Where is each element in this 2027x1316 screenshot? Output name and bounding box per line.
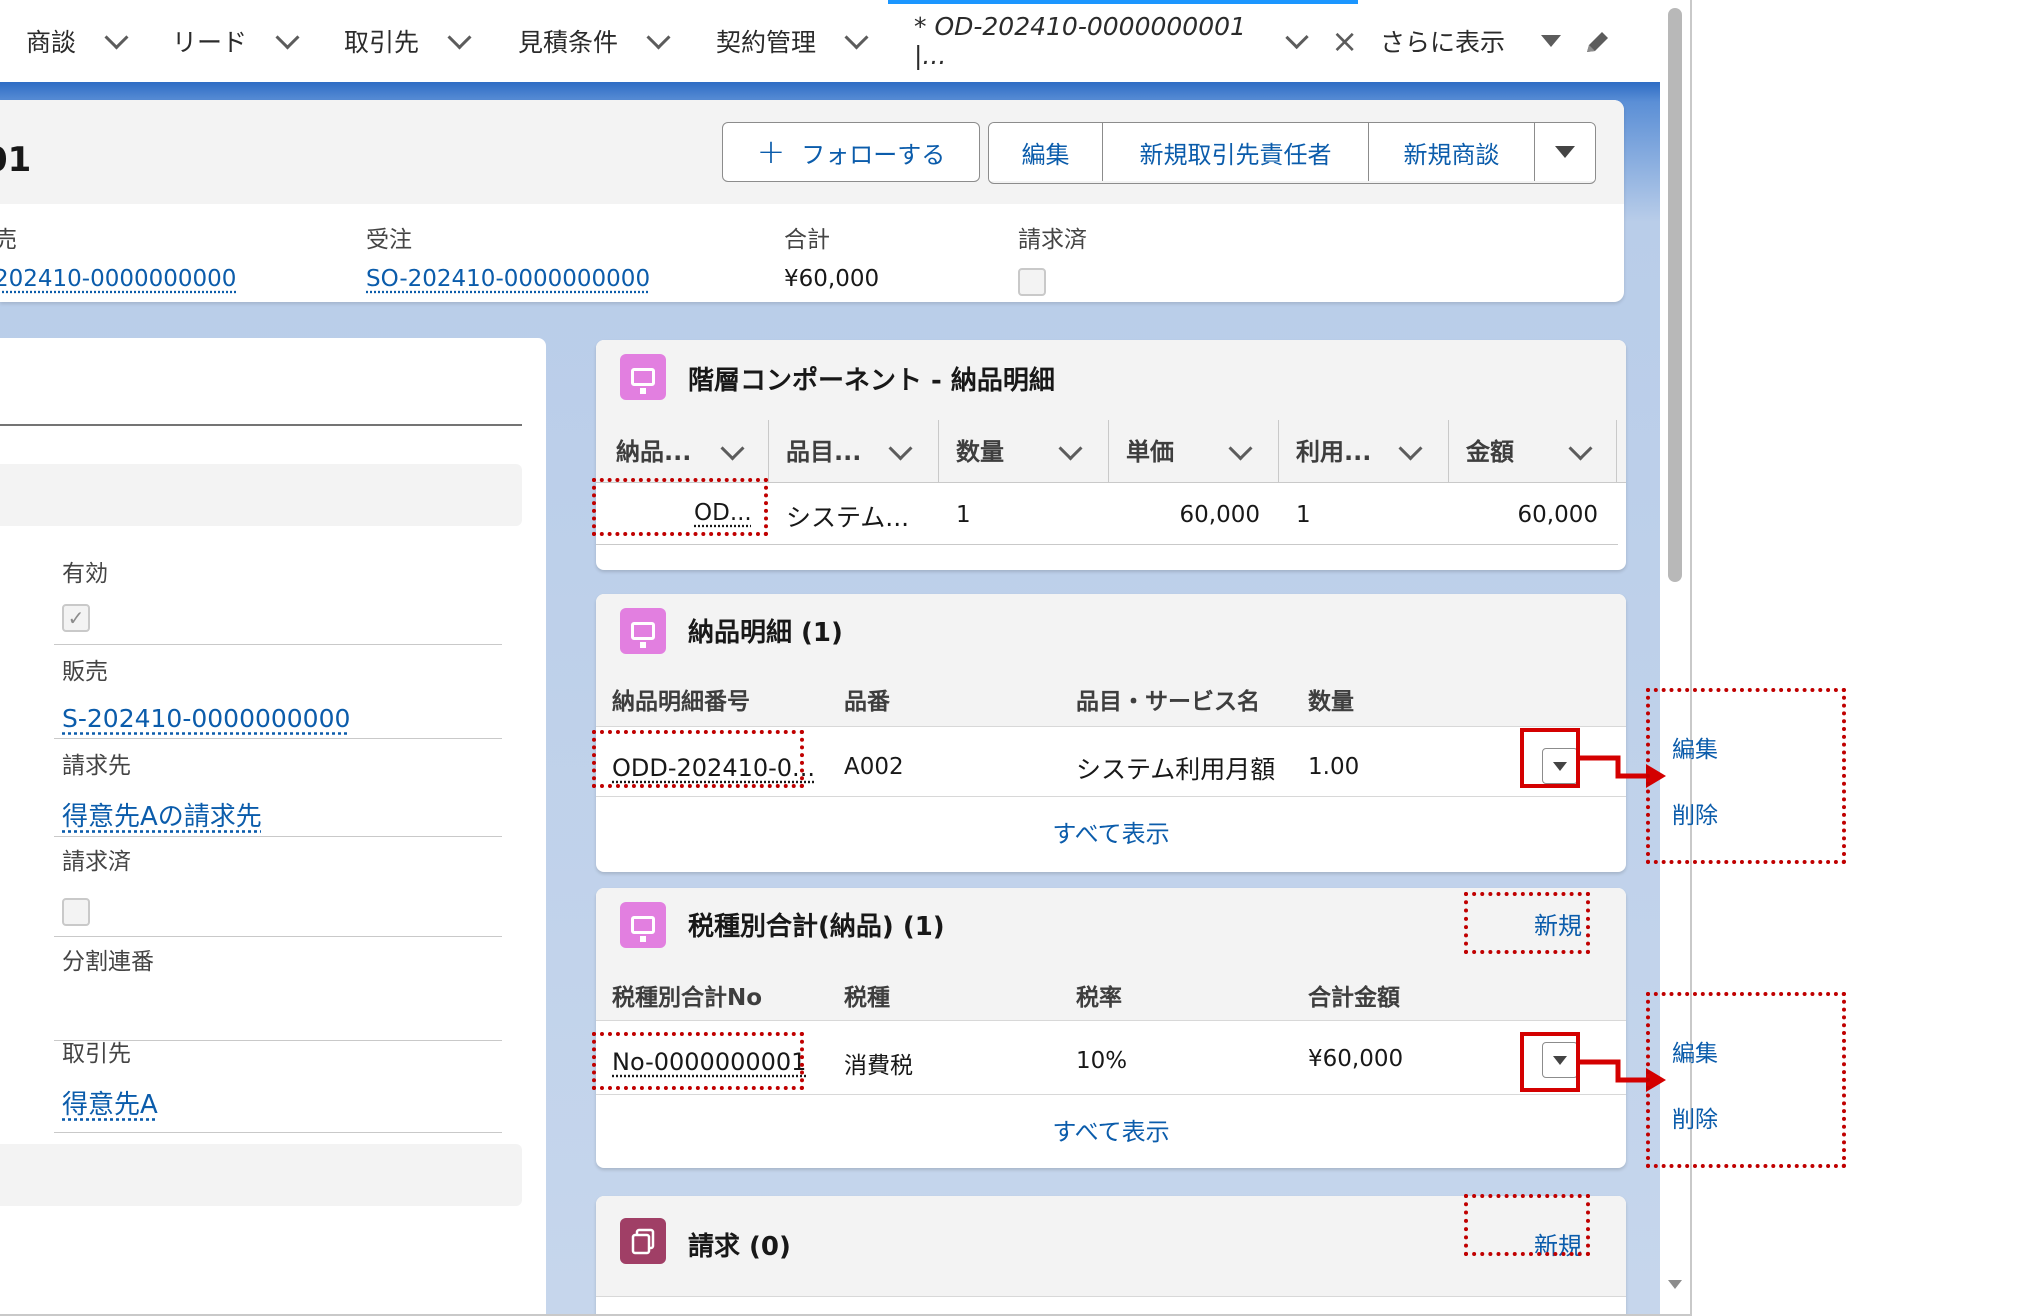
field-split-seq: 分割連番 — [54, 942, 502, 1041]
chevron-down-icon[interactable] — [275, 24, 300, 50]
record-icon — [620, 608, 666, 654]
caret-down-icon — [1555, 146, 1575, 158]
navigation-tab-bar: 商談 リード 取引先 見積条件 契約管理 * OD-202410-0000000… — [0, 0, 1660, 83]
column-header: 納品明細番号 — [612, 689, 750, 715]
tab-current-record[interactable]: * OD-202410-0000000001 |... × — [888, 0, 1358, 78]
active-checkbox: ✓ — [62, 604, 90, 632]
annotation-highlight — [1520, 1032, 1580, 1092]
column-header[interactable]: 数量 — [956, 432, 1004, 467]
menu-item-delete[interactable]: 削除 — [1672, 1100, 1718, 1134]
field-active: 有効 ✓ — [54, 554, 502, 645]
pencil-icon[interactable] — [1582, 28, 1612, 58]
annotation-highlight — [592, 730, 804, 788]
tab-opportunity[interactable]: 商談 — [26, 0, 129, 82]
record-title: 01 — [0, 140, 32, 180]
header-field-sales: 売 202410-0000000000 — [0, 227, 237, 292]
tab-lead[interactable]: リード — [172, 0, 300, 82]
menu-item-delete[interactable]: 削除 — [1672, 796, 1718, 830]
follow-button[interactable]: + フォローする — [722, 122, 980, 182]
column-header: 数量 — [1308, 689, 1354, 715]
column-header[interactable]: 単価 — [1126, 432, 1174, 467]
scroll-down-icon[interactable] — [1668, 1280, 1682, 1289]
tab-contract[interactable]: 契約管理 — [716, 0, 869, 82]
annotation-highlight — [592, 478, 768, 536]
tab-account[interactable]: 取引先 — [344, 0, 472, 82]
column-header: 品目・サービス名 — [1076, 689, 1260, 715]
view-all-link[interactable]: すべて表示 — [596, 814, 1626, 849]
app-window: 商談 リード 取引先 見積条件 契約管理 * OD-202410-0000000… — [0, 0, 1692, 1316]
annotation-highlight — [592, 1032, 804, 1090]
annotation-highlight — [1464, 892, 1590, 954]
column-header: 税種別合計No — [612, 985, 763, 1011]
field-billed: 請求済 — [54, 842, 502, 937]
column-header: 品番 — [844, 689, 890, 715]
tab-quote-terms[interactable]: 見積条件 — [518, 0, 671, 82]
row-action-menu — [1646, 688, 1846, 864]
caret-down-icon — [1541, 35, 1562, 47]
section-header[interactable] — [0, 1144, 522, 1206]
close-icon[interactable]: × — [1331, 22, 1358, 60]
annotation-highlight — [1520, 728, 1580, 788]
annotation-highlight — [1464, 1194, 1590, 1256]
header-field-billed: 請求済 — [1018, 220, 1087, 296]
action-button-group: 編集 新規取引先責任者 新規商談 — [988, 122, 1596, 184]
column-header[interactable]: 金額 — [1466, 432, 1514, 467]
billed-checkbox — [62, 898, 90, 926]
billed-checkbox — [1018, 268, 1046, 296]
view-all-link[interactable]: すべて表示 — [596, 1112, 1626, 1147]
section-header[interactable] — [0, 464, 522, 526]
record-icon — [620, 902, 666, 948]
column-header: 税率 — [1076, 985, 1122, 1011]
more-actions-button[interactable] — [1535, 123, 1595, 181]
field-bill-to: 請求先 得意先Aの請求先 — [54, 746, 502, 837]
column-header: 税種 — [844, 985, 890, 1011]
chevron-down-icon[interactable] — [844, 24, 869, 50]
check-icon: ✓ — [67, 606, 85, 630]
column-header[interactable]: 納品... — [616, 432, 691, 467]
record-icon — [620, 354, 666, 400]
new-opportunity-button[interactable]: 新規商談 — [1369, 123, 1535, 181]
field-account: 取引先 得意先A — [54, 1034, 502, 1133]
tab-more[interactable]: さらに表示 — [1380, 0, 1562, 82]
chevron-down-icon[interactable] — [104, 24, 129, 50]
header-field-order: 受注 SO-202410-0000000000 — [366, 227, 651, 292]
chevron-down-icon[interactable] — [447, 24, 472, 50]
edit-button[interactable]: 編集 — [989, 123, 1103, 181]
chevron-down-icon[interactable] — [1285, 25, 1309, 49]
chevron-down-icon[interactable] — [646, 24, 671, 50]
new-contact-button[interactable]: 新規取引先責任者 — [1103, 123, 1369, 181]
column-header[interactable]: 利用... — [1296, 432, 1371, 467]
field-sales: 販売 S-202410-0000000000 — [54, 652, 502, 739]
scrollbar-thumb[interactable] — [1668, 8, 1682, 582]
menu-item-edit[interactable]: 編集 — [1672, 730, 1718, 764]
row-action-menu — [1646, 992, 1846, 1168]
header-field-total: 合計 ¥60,000 — [784, 227, 880, 292]
menu-item-edit[interactable]: 編集 — [1672, 1034, 1718, 1068]
column-header: 合計金額 — [1308, 985, 1400, 1011]
billing-icon — [620, 1218, 666, 1264]
column-header[interactable]: 品目... — [786, 432, 861, 467]
plus-icon: + — [756, 132, 786, 172]
